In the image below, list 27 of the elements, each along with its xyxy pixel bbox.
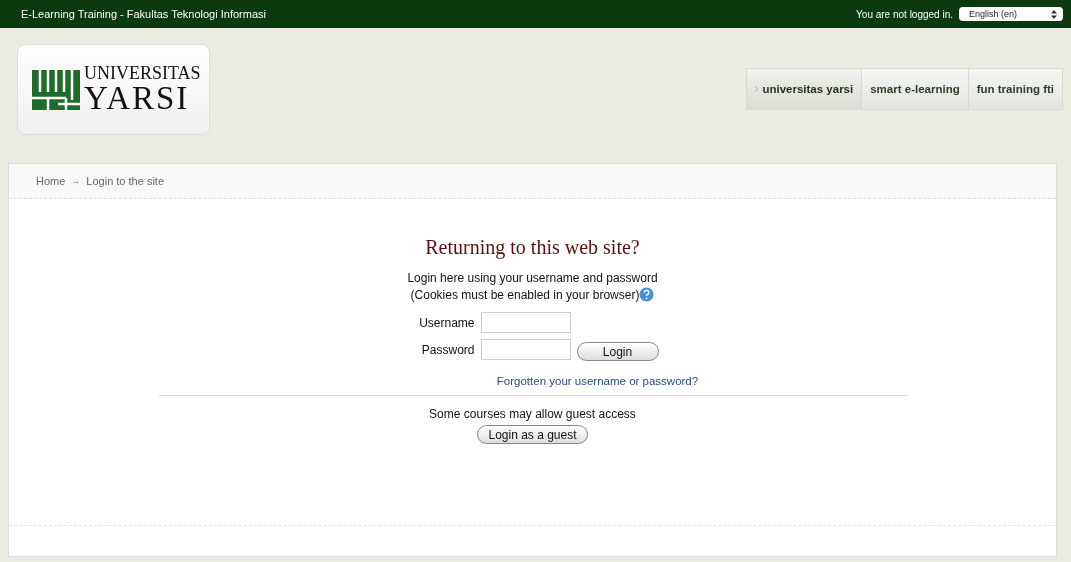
login-status: You are not logged in.: [856, 8, 953, 20]
login-intro: Login here using your username and password: [407, 271, 658, 285]
updown-icon: [1051, 9, 1057, 19]
logo-text: YARSI: [84, 82, 191, 115]
site-title[interactable]: E-Learning Training - Fakultas Teknologi Informasi: [21, 8, 266, 20]
password-label: Password: [420, 342, 475, 357]
breadcrumb-separator: →: [71, 176, 81, 186]
breadcrumb-link[interactable]: Home: [36, 175, 66, 187]
login-button[interactable]: Login: [576, 342, 659, 361]
logo-emblem-icon: [32, 69, 80, 110]
logo-card[interactable]: UNIVERSITAS YARSI: [17, 44, 210, 135]
language-select[interactable]: English (en): [959, 7, 1063, 21]
username-field[interactable]: [480, 312, 571, 333]
username-label: Username: [418, 315, 475, 330]
cookies-note: (Cookies must be enabled in your browser): [410, 287, 640, 302]
forgot-password-link[interactable]: Forgotten your username or password?: [496, 375, 699, 387]
password-field[interactable]: [480, 339, 571, 360]
guest-login-button[interactable]: Login as a guest: [477, 425, 588, 444]
nav-link[interactable]: universitas yarsi: [746, 68, 863, 110]
logo-text: UNIVERSITAS: [84, 64, 201, 82]
chevron-icon: [755, 86, 759, 92]
guest-access-note: Some courses may allow guest access: [429, 407, 636, 421]
nav-link[interactable]: smart e-learning: [862, 68, 969, 110]
breadcrumb-link[interactable]: Login to the site: [86, 175, 164, 187]
nav-link[interactable]: fun training fti: [968, 68, 1063, 110]
login-heading: Returning to this web site?: [425, 236, 640, 259]
help-icon[interactable]: [639, 287, 655, 302]
